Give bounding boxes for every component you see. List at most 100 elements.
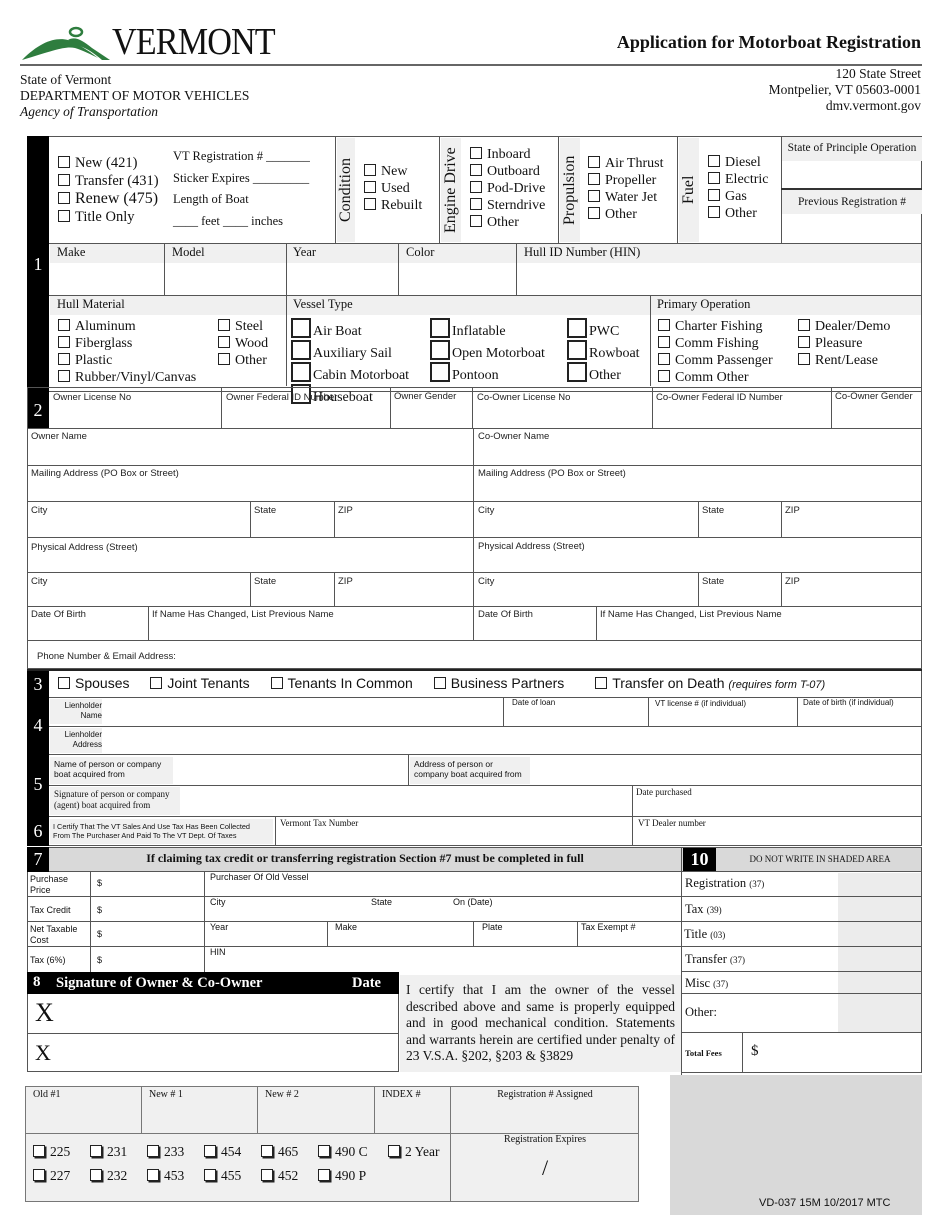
engine-drive-option[interactable]: Pod-Drive [470, 180, 545, 197]
old-city-field[interactable]: City [210, 897, 226, 907]
old-state-field[interactable]: State [371, 897, 392, 907]
vt-registration-field[interactable]: VT Registration # _______ [173, 146, 310, 168]
year-field[interactable]: Year [293, 245, 316, 260]
coowner-signature-field[interactable]: X [35, 1040, 51, 1066]
ownership-transfer-death[interactable]: Transfer on Death [595, 675, 724, 691]
hull-option[interactable]: Rubber/Vinyl/Canvas [58, 369, 196, 386]
old-hin-field[interactable]: HIN [210, 947, 226, 957]
fuel-option[interactable]: Gas [708, 188, 769, 205]
length-field[interactable]: ____ feet ____ inches [173, 211, 310, 233]
old-year-field[interactable]: Year [210, 922, 228, 932]
coowner-zip-field[interactable]: ZIP [785, 505, 800, 516]
vessel-type-option[interactable]: Rowboat [567, 340, 640, 362]
propulsion-option[interactable]: Other [588, 206, 663, 223]
condition-option[interactable]: Used [364, 180, 422, 197]
fuel-option[interactable]: Diesel [708, 154, 769, 171]
ownership-joint-tenants[interactable]: Joint Tenants [150, 675, 249, 691]
fuel-option[interactable]: Other [708, 205, 769, 222]
engine-drive-option[interactable]: Outboard [470, 163, 545, 180]
hull-option[interactable]: Steel [218, 318, 268, 335]
old-make-field[interactable]: Make [335, 922, 357, 932]
coowner-state2-field[interactable]: State [702, 576, 724, 587]
vt-license-field[interactable]: VT license # (if individual) [655, 699, 746, 708]
vessel-type-option[interactable]: Pontoon [430, 362, 545, 384]
purchase-price-dollar[interactable]: $ [97, 878, 102, 888]
old-plate-field[interactable]: Plate [482, 922, 503, 932]
engine-drive-option[interactable]: Sterndrive [470, 197, 545, 214]
date-of-loan-field[interactable]: Date of loan [512, 698, 555, 707]
vt-dealer-number-field[interactable]: VT Dealer number [638, 818, 706, 828]
owner-state2-field[interactable]: State [254, 576, 276, 587]
coowner-zip2-field[interactable]: ZIP [785, 576, 800, 587]
owner-license-field[interactable]: Owner License No [53, 392, 131, 403]
primary-operation-option[interactable]: Comm Passenger [658, 352, 773, 369]
tax-credit-dollar[interactable]: $ [97, 905, 102, 915]
color-field[interactable]: Color [406, 245, 434, 260]
propulsion-option[interactable]: Propeller [588, 172, 663, 189]
owner-gender-field[interactable]: Owner Gender [394, 391, 456, 402]
hull-option[interactable]: Wood [218, 335, 268, 352]
owner-zip-field[interactable]: ZIP [338, 505, 353, 516]
engine-drive-option[interactable]: Inboard [470, 146, 545, 163]
vessel-type-option[interactable]: Inflatable [430, 318, 545, 340]
coowner-dob-field[interactable]: Date Of Birth [478, 609, 533, 620]
tax-exempt-field[interactable]: Tax Exempt # [581, 922, 636, 932]
coowner-name-field[interactable]: Co-Owner Name [478, 431, 549, 442]
coowner-license-field[interactable]: Co-Owner License No [477, 392, 570, 403]
date-purchased-field[interactable]: Date purchased [636, 787, 692, 797]
owner-dob-field[interactable]: Date Of Birth [31, 609, 86, 620]
vessel-type-option[interactable]: Cabin Motorboat [291, 362, 409, 384]
owner-city-field[interactable]: City [31, 505, 47, 516]
coowner-physical-field[interactable]: Physical Address (Street) [478, 541, 585, 552]
make-field[interactable]: Make [57, 245, 85, 260]
primary-operation-option[interactable]: Pleasure [798, 335, 890, 352]
previous-registration-field[interactable] [782, 214, 922, 242]
vessel-type-option[interactable]: Air Boat [291, 318, 409, 340]
old-on-date-field[interactable]: On (Date) [453, 897, 493, 907]
owner-state-field[interactable]: State [254, 505, 276, 516]
ownership-business-partners[interactable]: Business Partners [434, 675, 565, 691]
owner-zip2-field[interactable]: ZIP [338, 576, 353, 587]
phone-email-field[interactable]: Phone Number & Email Address: [37, 651, 176, 662]
hull-option[interactable]: Other [218, 352, 268, 369]
owner-city2-field[interactable]: City [31, 576, 47, 587]
net-taxable-dollar[interactable]: $ [97, 929, 102, 939]
checkbox-transfer[interactable]: Transfer (431) [58, 172, 159, 190]
model-field[interactable]: Model [172, 245, 205, 260]
coowner-state-field[interactable]: State [702, 505, 724, 516]
vessel-type-option[interactable]: Other [567, 362, 640, 384]
propulsion-option[interactable]: Water Jet [588, 189, 663, 206]
condition-option[interactable]: New [364, 163, 422, 180]
vessel-type-option[interactable]: Open Motorboat [430, 340, 545, 362]
propulsion-option[interactable]: Air Thrust [588, 155, 663, 172]
primary-operation-option[interactable]: Charter Fishing [658, 318, 773, 335]
purchaser-old-vessel-field[interactable]: Purchaser Of Old Vessel [210, 872, 309, 882]
owner-federal-id-field[interactable]: Owner Federal ID Number [226, 392, 337, 403]
primary-operation-option[interactable]: Dealer/Demo [798, 318, 890, 335]
hull-option[interactable]: Aluminum [58, 318, 196, 335]
state-principle-field[interactable] [782, 161, 922, 188]
lienholder-dob-field[interactable]: Date of birth (if individual) [803, 698, 894, 707]
ownership-spouses[interactable]: Spouses [58, 675, 129, 691]
sticker-expires-field[interactable]: Sticker Expires _________ [173, 168, 310, 190]
owner-prev-name-field[interactable]: If Name Has Changed, List Previous Name [152, 609, 334, 620]
coowner-city-field[interactable]: City [478, 505, 494, 516]
coowner-mailing-field[interactable]: Mailing Address (PO Box or Street) [478, 468, 626, 479]
vessel-type-option[interactable]: Auxiliary Sail [291, 340, 409, 362]
hull-option[interactable]: Plastic [58, 352, 196, 369]
coowner-city2-field[interactable]: City [478, 576, 494, 587]
checkbox-new[interactable]: New (421) [58, 154, 159, 172]
owner-mailing-field[interactable]: Mailing Address (PO Box or Street) [31, 468, 179, 479]
owner-signature-field[interactable]: X [35, 998, 54, 1028]
primary-operation-option[interactable]: Rent/Lease [798, 352, 890, 369]
checkbox-title-only[interactable]: Title Only [58, 208, 159, 226]
coowner-gender-field[interactable]: Co-Owner Gender [835, 391, 913, 402]
primary-operation-option[interactable]: Comm Other [658, 369, 773, 386]
engine-drive-option[interactable]: Other [470, 214, 545, 231]
fuel-option[interactable]: Electric [708, 171, 769, 188]
ownership-tenants-common[interactable]: Tenants In Common [271, 675, 413, 691]
primary-operation-option[interactable]: Comm Fishing [658, 335, 773, 352]
hin-field[interactable]: Hull ID Number (HIN) [524, 245, 640, 260]
vessel-type-option[interactable]: PWC [567, 318, 640, 340]
condition-option[interactable]: Rebuilt [364, 197, 422, 214]
